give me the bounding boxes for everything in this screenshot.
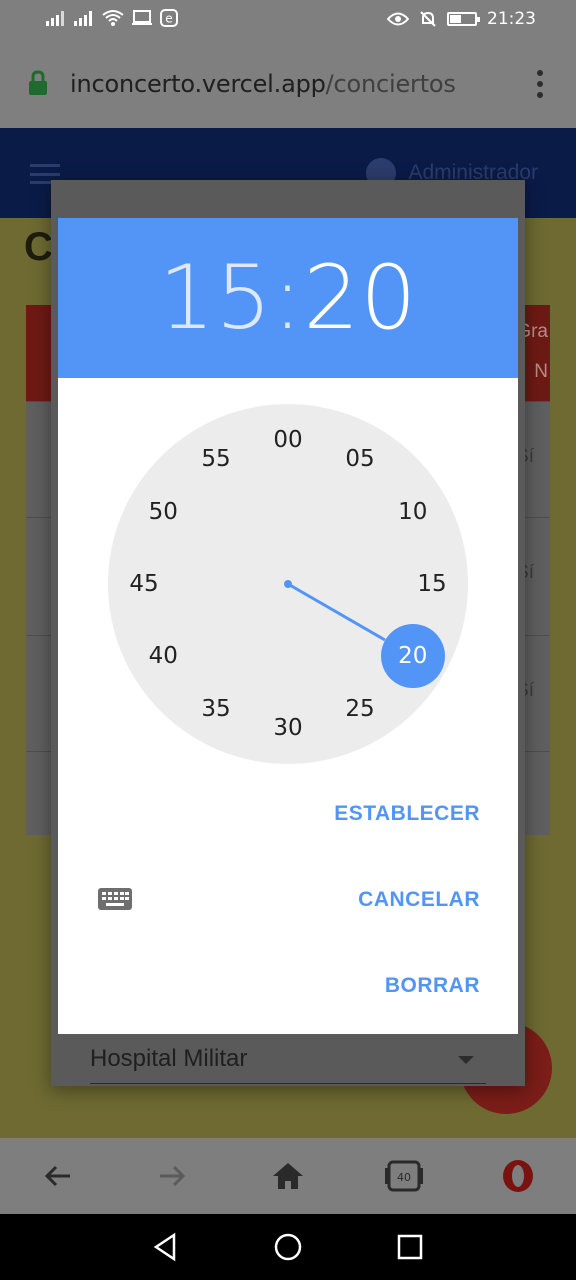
lock-icon [29,70,47,95]
system-recents-icon[interactable] [394,1231,426,1263]
status-icons-left: e [46,9,178,27]
clock-center [284,580,292,588]
wifi-icon [102,10,124,26]
cancel-button[interactable]: CANCELAR [358,888,480,912]
clear-button[interactable]: BORRAR [385,974,480,998]
status-bar: e 21:23 [0,0,576,40]
hours-display[interactable]: 15 [159,246,273,349]
set-button[interactable]: ESTABLECER [334,802,480,826]
dial-minute-45[interactable]: 45 [124,569,164,599]
svg-text:e: e [165,12,172,26]
signal-icon [46,10,66,26]
dial-minute-30[interactable]: 30 [268,713,308,743]
battery-icon [447,12,480,26]
opera-icon[interactable] [500,1158,536,1194]
dropdown-icon[interactable] [458,1056,474,1064]
eye-icon [387,12,409,26]
minutes-display[interactable]: 20 [303,246,417,349]
dial-minute-15[interactable]: 15 [412,569,452,599]
clock-time: 21:23 [487,9,536,29]
venue-select-value[interactable]: Hospital Militar [90,1045,247,1073]
venue-select-underline [90,1083,486,1084]
dial-minute-55[interactable]: 55 [196,444,236,474]
url-domain: inconcerto.vercel.app [70,70,326,98]
tabs-icon[interactable]: 40 [384,1158,424,1194]
dial-minute-25[interactable]: 25 [340,694,380,724]
column-header: N [534,361,548,382]
keyboard-icon[interactable] [98,888,132,910]
kebab-icon[interactable] [536,70,544,98]
page-heading: C [24,225,53,269]
clock-dial[interactable]: 00 05 10 15 20 25 30 35 40 45 50 55 [108,404,468,764]
cast-icon [132,10,152,25]
url-path: /conciertos [325,70,456,98]
back-icon[interactable] [40,1158,76,1194]
home-icon[interactable] [270,1158,306,1194]
time-picker-header: 15:20 [58,218,518,378]
dial-minute-20[interactable]: 20 [393,641,433,671]
time-display: 15:20 [58,248,518,348]
signal-icon [74,10,94,26]
browser-url-bar[interactable]: inconcerto.vercel.app/conciertos [0,40,576,128]
e-icon: e [160,9,178,27]
status-icons-right: 21:23 [387,9,536,29]
tab-count: 40 [397,1171,411,1184]
system-home-icon[interactable] [272,1231,304,1263]
dial-minute-35[interactable]: 35 [196,694,236,724]
browser-bottom-bar: 40 [0,1138,576,1214]
url-text[interactable]: inconcerto.vercel.app/conciertos [70,70,456,98]
time-picker-dialog: 15:20 00 05 10 15 20 25 30 35 40 45 50 55 ESTABLECE… [58,218,518,1034]
dial-minute-05[interactable]: 05 [340,444,380,474]
dial-minute-00[interactable]: 00 [268,425,308,455]
time-separator: : [272,246,304,349]
system-back-icon[interactable] [150,1231,182,1263]
dial-minute-50[interactable]: 50 [143,497,183,527]
system-nav-bar [0,1214,576,1280]
dial-minute-40[interactable]: 40 [143,641,183,671]
dial-minute-10[interactable]: 10 [393,497,433,527]
mute-bell-icon [420,11,436,27]
forward-icon[interactable] [154,1158,190,1194]
